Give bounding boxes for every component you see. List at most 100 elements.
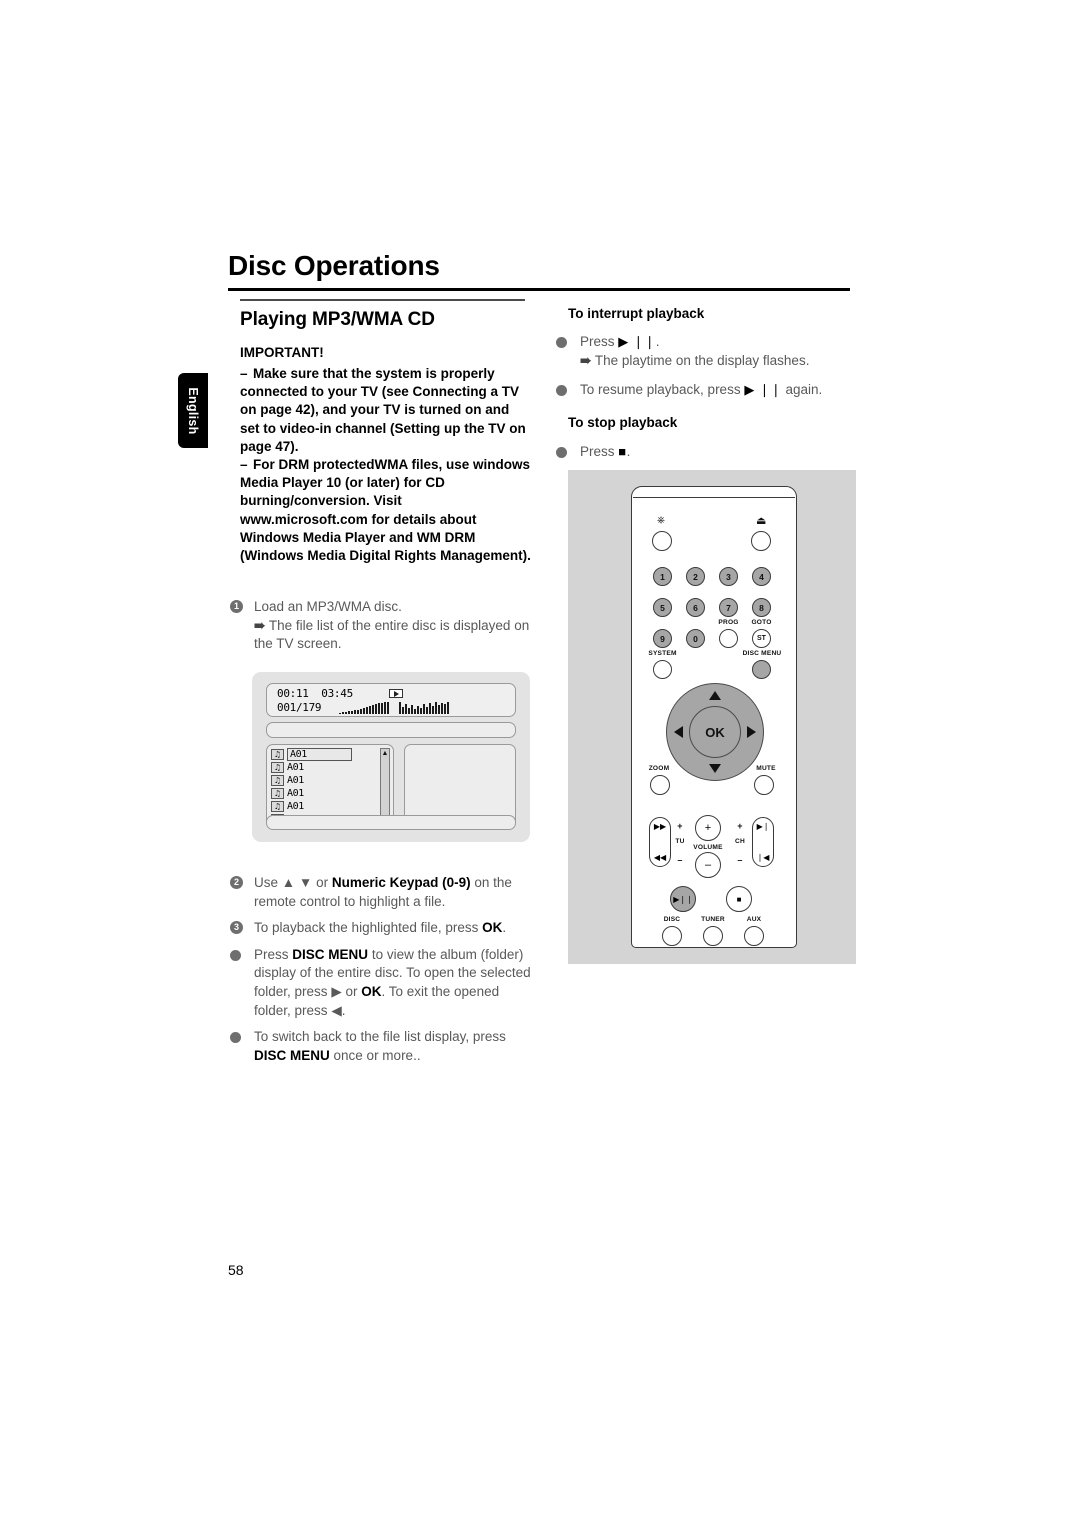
file-name: A01 <box>287 747 352 761</box>
number-button-5[interactable]: 5 <box>653 598 672 617</box>
number-button-1[interactable]: 1 <box>653 567 672 586</box>
arrow-up-icon[interactable] <box>709 691 721 700</box>
list-item: 2 Use ▲ ▼ or Numeric Keypad (0-9) on the… <box>230 874 535 911</box>
step-1-text: Load an MP3/WMA disc. <box>254 599 402 614</box>
prog-button[interactable] <box>719 629 738 648</box>
arrow-right-icon: ▶ <box>331 983 342 999</box>
previous-track-icon[interactable]: ❘◀ <box>753 853 773 862</box>
tuner-source-button[interactable] <box>703 926 723 946</box>
file-list-item[interactable]: ♫A01 <box>271 761 304 773</box>
system-label: SYSTEM <box>648 650 677 657</box>
file-name: A01 <box>287 774 304 786</box>
eject-icon: ⏏ <box>756 515 767 527</box>
scrollbar[interactable]: ▲ ▼ <box>380 748 390 824</box>
disc-menu-label: DISC MENU <box>742 650 782 657</box>
eject-button[interactable] <box>751 531 771 551</box>
tv-playtime: 00:11 03:45 <box>277 687 353 700</box>
list-item: 3 To playback the highlighted file, pres… <box>230 919 535 938</box>
steps-list: 2 Use ▲ ▼ or Numeric Keypad (0-9) on the… <box>230 874 535 1073</box>
file-name: A01 <box>287 787 304 799</box>
number-button-0[interactable]: 0 <box>686 629 705 648</box>
next-track-icon[interactable]: ▶❘ <box>753 822 773 831</box>
number-button-4[interactable]: 4 <box>752 567 771 586</box>
zoom-button[interactable] <box>650 775 670 795</box>
page-number: 58 <box>228 1262 244 1278</box>
list-item: Press DISC MENU to view the album (folde… <box>230 946 535 1020</box>
play-pause-button[interactable]: ▶❘❘ <box>670 886 696 912</box>
volume-up-button[interactable]: + <box>695 815 721 841</box>
st-goto-button[interactable]: ST <box>752 629 771 648</box>
arrow-left-icon[interactable] <box>674 726 683 738</box>
scroll-up-icon[interactable]: ▲ <box>381 749 389 757</box>
list-item: To switch back to the file list display,… <box>230 1028 535 1065</box>
rewind-icon[interactable]: ◀◀ <box>650 853 670 862</box>
number-button-3[interactable]: 3 <box>719 567 738 586</box>
step-1: 1 Load an MP3/WMA disc. ➠ The file list … <box>230 598 530 654</box>
tu-minus-label: – <box>677 855 683 865</box>
stop-button[interactable]: ■ <box>726 886 752 912</box>
stop-icon: ■ <box>618 444 627 459</box>
file-name: A01 <box>287 800 304 812</box>
disc-source-button[interactable] <box>662 926 682 946</box>
bullet-icon <box>556 447 567 458</box>
file-list-item[interactable]: ♫A01 <box>271 787 304 799</box>
power-button[interactable] <box>652 531 672 551</box>
arrow-right-icon[interactable] <box>747 726 756 738</box>
bullet-icon <box>230 949 241 961</box>
ch-plus-label: + <box>737 821 743 831</box>
prog-label: PROG <box>718 619 739 626</box>
bullet-icon <box>556 337 567 348</box>
tv-screen-illustration: 00:11 03:45 001/179 ▲ ▼ ♫A01♫A01♫A01♫A01… <box>252 672 530 842</box>
step-1-result: ➠ The file list of the entire disc is di… <box>254 617 530 652</box>
step-marker: 1 <box>230 600 243 613</box>
remote-top-seam <box>633 497 795 499</box>
step-marker: 3 <box>230 921 243 935</box>
aux-source-button[interactable] <box>744 926 764 946</box>
disc-menu-button[interactable] <box>752 660 771 679</box>
fast-forward-icon[interactable]: ▶▶ <box>650 822 670 831</box>
arrow-down-icon[interactable] <box>709 764 721 773</box>
title-divider <box>228 288 850 291</box>
language-tab: English <box>178 373 208 448</box>
tu-plus-label: + <box>677 821 683 831</box>
play-pause-icon: ▶ ❘❘ <box>744 382 782 398</box>
ok-label: OK <box>361 983 382 999</box>
system-button[interactable] <box>653 660 672 679</box>
tuning-rocker[interactable]: ▶▶ ◀◀ <box>649 817 671 867</box>
tv-bottom-bar <box>266 815 516 830</box>
arrow-left-icon: ◀ <box>331 1002 342 1018</box>
number-button-2[interactable]: 2 <box>686 567 705 586</box>
vu-meter-right <box>399 702 449 714</box>
number-button-6[interactable]: 6 <box>686 598 705 617</box>
arrow-up-icon: ▲ <box>281 875 296 890</box>
tv-info-bar <box>266 722 516 738</box>
bullet-icon <box>556 385 567 397</box>
important-body: – Make sure that the system is properly c… <box>240 365 532 565</box>
disc-menu-label: DISC MENU <box>292 946 369 962</box>
file-list-item[interactable]: ♫A01 <box>271 747 352 761</box>
number-button-8[interactable]: 8 <box>752 598 771 617</box>
interrupt-result-text: The playtime on the display flashes. <box>594 352 810 368</box>
file-list-item[interactable]: ♫A01 <box>271 800 304 812</box>
file-name: A01 <box>287 761 304 773</box>
step-marker: 2 <box>230 876 243 889</box>
aux-label: AUX <box>746 916 762 923</box>
ok-button[interactable]: OK <box>689 706 741 758</box>
language-tab-label: English <box>186 386 200 435</box>
number-button-9[interactable]: 9 <box>653 629 672 648</box>
number-button-7[interactable]: 7 <box>719 598 738 617</box>
channel-rocker[interactable]: ▶❘ ❘◀ <box>752 817 774 867</box>
play-pause-icon: ▶ ❘❘ <box>618 334 656 349</box>
tv-status-bar: 00:11 03:45 001/179 <box>266 683 516 717</box>
mute-button[interactable] <box>754 775 774 795</box>
disc-label: DISC <box>663 916 681 923</box>
music-note-icon: ♫ <box>271 761 284 773</box>
important-heading: IMPORTANT! <box>240 345 324 360</box>
volume-down-button[interactable]: – <box>695 852 721 878</box>
file-list-item[interactable]: ♫A01 <box>271 774 304 786</box>
music-note-icon: ♫ <box>271 787 284 799</box>
stop-playback-body: Press ■. <box>556 443 856 462</box>
bullet-icon <box>230 1032 241 1044</box>
music-note-icon: ♫ <box>271 800 284 812</box>
goto-label: GOTO <box>751 619 772 626</box>
